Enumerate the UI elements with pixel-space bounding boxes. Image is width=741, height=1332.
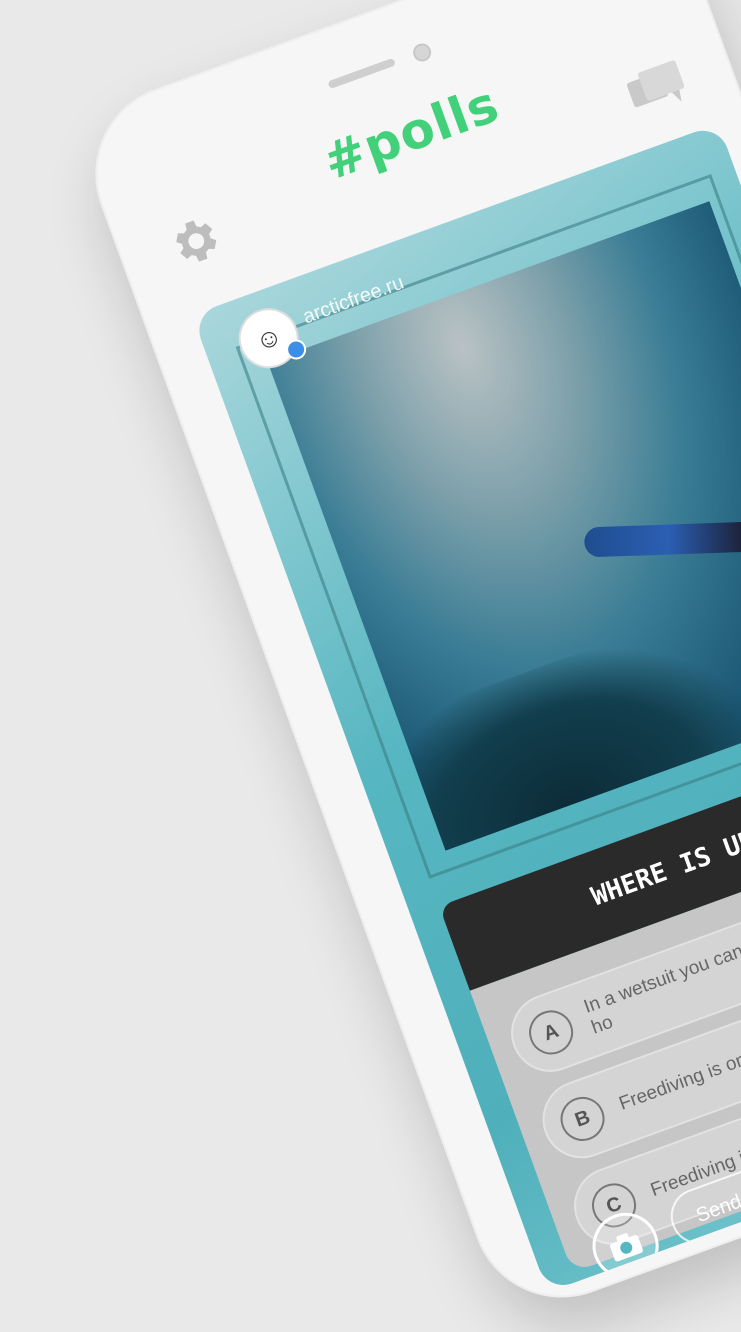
chat-bubbles-icon[interactable]: [624, 58, 695, 123]
page-title: #polls: [315, 74, 507, 192]
front-camera: [410, 40, 434, 65]
option-letter: B: [554, 1090, 611, 1148]
gear-icon[interactable]: [160, 207, 229, 276]
phone-frame: #polls ☺ arcticfree.ru WHERE IS UNTRUTH?…: [70, 0, 741, 1323]
option-letter: A: [522, 1004, 580, 1061]
diver-shape: [583, 519, 741, 558]
earpiece: [327, 57, 396, 90]
story-card: ☺ arcticfree.ru WHERE IS UNTRUTH? A In a…: [192, 123, 741, 1293]
